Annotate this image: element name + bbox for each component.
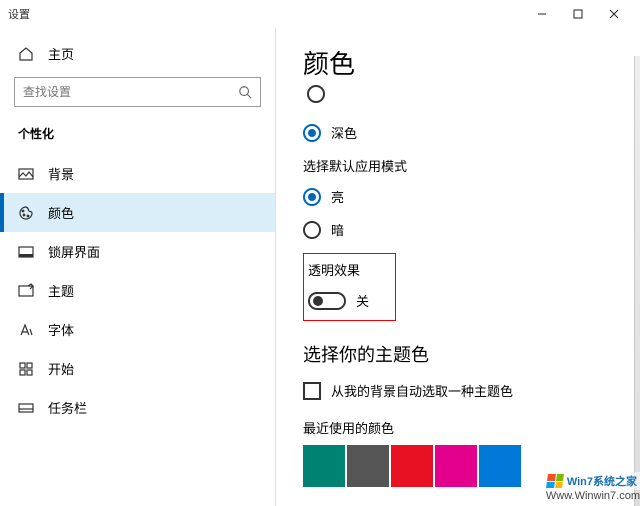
home-label: 主页 bbox=[48, 44, 74, 63]
radio-icon bbox=[303, 188, 321, 206]
auto-accent-checkbox-row[interactable]: 从我的背景自动选取一种主题色 bbox=[303, 381, 622, 400]
close-button[interactable] bbox=[596, 0, 632, 28]
window-title: 设置 bbox=[8, 6, 30, 22]
color-swatch[interactable] bbox=[479, 445, 521, 487]
toggle-state-label: 关 bbox=[356, 291, 369, 310]
sidebar-item-label: 背景 bbox=[48, 164, 74, 183]
maximize-button[interactable] bbox=[560, 0, 596, 28]
nav-list: 背景 颜色 锁屏界面 主题 字体 bbox=[0, 154, 275, 427]
color-swatch[interactable] bbox=[303, 445, 345, 487]
titlebar: 设置 bbox=[0, 0, 640, 28]
taskbar-icon bbox=[18, 400, 34, 416]
sidebar: 主页 个性化 背景 颜色 锁屏界面 bbox=[0, 28, 275, 506]
sidebar-item-background[interactable]: 背景 bbox=[0, 154, 275, 193]
radio-label: 暗 bbox=[331, 220, 344, 239]
transparency-toggle-row: 关 bbox=[308, 291, 369, 310]
radio-light[interactable]: 亮 bbox=[303, 187, 622, 206]
page-title: 颜色 bbox=[303, 44, 622, 81]
picture-icon bbox=[18, 166, 34, 182]
sidebar-item-lockscreen[interactable]: 锁屏界面 bbox=[0, 232, 275, 271]
sidebar-item-label: 锁屏界面 bbox=[48, 242, 100, 261]
sidebar-item-label: 字体 bbox=[48, 320, 74, 339]
theme-icon bbox=[18, 283, 34, 299]
color-swatch[interactable] bbox=[435, 445, 477, 487]
section-title: 个性化 bbox=[0, 125, 275, 154]
radio-cutoff[interactable] bbox=[307, 85, 325, 103]
transparency-title: 透明效果 bbox=[308, 260, 369, 279]
divider bbox=[275, 28, 276, 506]
palette-icon bbox=[18, 205, 34, 221]
home-icon bbox=[18, 46, 34, 62]
sidebar-item-fonts[interactable]: 字体 bbox=[0, 310, 275, 349]
checkbox-label: 从我的背景自动选取一种主题色 bbox=[331, 381, 513, 400]
sidebar-item-taskbar[interactable]: 任务栏 bbox=[0, 388, 275, 427]
radio-label: 亮 bbox=[331, 187, 344, 206]
checkbox-icon bbox=[303, 382, 321, 400]
color-swatch[interactable] bbox=[391, 445, 433, 487]
highlight-box: 透明效果 关 bbox=[303, 253, 396, 321]
sidebar-item-themes[interactable]: 主题 bbox=[0, 271, 275, 310]
radio-dark[interactable]: 深色 bbox=[303, 123, 622, 142]
search-input[interactable] bbox=[23, 85, 238, 99]
recent-color-swatches bbox=[303, 445, 622, 487]
lockscreen-icon bbox=[18, 244, 34, 260]
sidebar-item-label: 开始 bbox=[48, 359, 74, 378]
sidebar-item-label: 颜色 bbox=[48, 203, 74, 222]
recent-colors-label: 最近使用的颜色 bbox=[303, 418, 622, 437]
minimize-button[interactable] bbox=[524, 0, 560, 28]
radio-label: 深色 bbox=[331, 123, 357, 142]
search-icon bbox=[238, 85, 252, 99]
radio-dark2[interactable]: 暗 bbox=[303, 220, 622, 239]
font-icon bbox=[18, 322, 34, 338]
sidebar-item-label: 任务栏 bbox=[48, 398, 87, 417]
sidebar-item-start[interactable]: 开始 bbox=[0, 349, 275, 388]
background-sliver bbox=[634, 56, 640, 506]
sidebar-item-colors[interactable]: 颜色 bbox=[0, 193, 275, 232]
app-mode-title: 选择默认应用模式 bbox=[303, 156, 622, 175]
home-link[interactable]: 主页 bbox=[0, 36, 275, 77]
sidebar-item-label: 主题 bbox=[48, 281, 74, 300]
radio-icon bbox=[303, 221, 321, 239]
accent-title: 选择你的主题色 bbox=[303, 341, 622, 367]
window-controls bbox=[524, 0, 632, 28]
content-area: 颜色 深色 选择默认应用模式 亮 暗 透明效果 关 bbox=[275, 28, 640, 506]
radio-icon bbox=[303, 124, 321, 142]
start-icon bbox=[18, 361, 34, 377]
search-box[interactable] bbox=[14, 77, 261, 107]
transparency-toggle[interactable] bbox=[308, 292, 346, 310]
color-swatch[interactable] bbox=[347, 445, 389, 487]
